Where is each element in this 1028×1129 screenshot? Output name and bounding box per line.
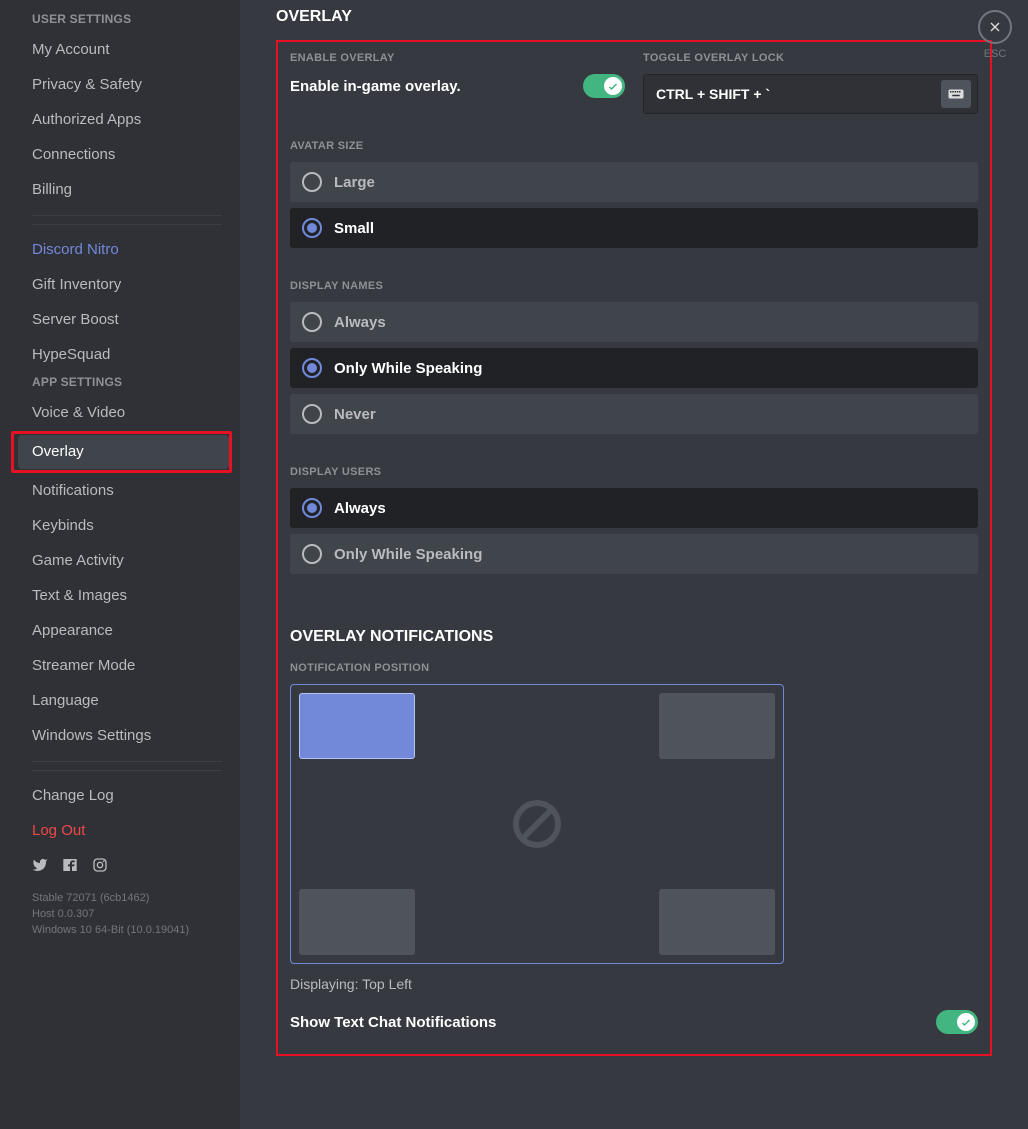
- radio-icon: [302, 498, 322, 518]
- sidebar-item-discord-nitro[interactable]: Discord Nitro: [18, 233, 232, 267]
- sidebar-item-connections[interactable]: Connections: [18, 138, 232, 172]
- position-bottom-right[interactable]: [659, 889, 775, 955]
- settings-sidebar: USER SETTINGSMy AccountPrivacy & SafetyA…: [0, 0, 240, 1129]
- social-links-row: [18, 849, 232, 886]
- displaying-text: Displaying: Top Left: [290, 976, 978, 992]
- sidebar-item-change-log[interactable]: Change Log: [18, 779, 232, 813]
- esc-label: ESC: [978, 48, 1012, 60]
- radio-icon: [302, 172, 322, 192]
- keyboard-icon: [941, 80, 971, 108]
- sidebar-item-notifications[interactable]: Notifications: [18, 474, 232, 508]
- sidebar-divider: [32, 224, 222, 225]
- sidebar-item-windows-settings[interactable]: Windows Settings: [18, 719, 232, 753]
- display-users-group: Always Only While Speaking: [290, 488, 978, 574]
- toggle-lock-header: TOGGLE OVERLAY LOCK: [643, 52, 978, 64]
- radio-label: Small: [334, 220, 374, 237]
- sidebar-divider: [32, 770, 222, 771]
- radio-label: Never: [334, 406, 376, 423]
- sidebar-item-my-account[interactable]: My Account: [18, 33, 232, 67]
- sidebar-item-log-out[interactable]: Log Out: [18, 814, 232, 848]
- notification-position-header: NOTIFICATION POSITION: [290, 662, 978, 674]
- sidebar-item-keybinds[interactable]: Keybinds: [18, 509, 232, 543]
- sidebar-item-game-activity[interactable]: Game Activity: [18, 544, 232, 578]
- instagram-icon[interactable]: [92, 857, 108, 878]
- display-users-option-always[interactable]: Always: [290, 488, 978, 528]
- close-wrap: ESC: [978, 10, 1012, 60]
- keybind-input[interactable]: CTRL + SHIFT + `: [643, 74, 978, 114]
- page-title: OVERLAY: [276, 8, 992, 26]
- position-top-left[interactable]: [299, 693, 415, 759]
- sidebar-item-text-images[interactable]: Text & Images: [18, 579, 232, 613]
- sidebar-item-gift-inventory[interactable]: Gift Inventory: [18, 268, 232, 302]
- sidebar-item-voice-video[interactable]: Voice & Video: [18, 396, 232, 430]
- radio-icon: [302, 404, 322, 424]
- show-text-chat-toggle[interactable]: [936, 1010, 978, 1034]
- display-names-group: Always Only While Speaking Never: [290, 302, 978, 434]
- sidebar-item-privacy-safety[interactable]: Privacy & Safety: [18, 68, 232, 102]
- notification-position-selector: [290, 684, 784, 964]
- sidebar-item-authorized-apps[interactable]: Authorized Apps: [18, 103, 232, 137]
- radio-label: Always: [334, 314, 386, 331]
- overlay-notifications-header: OVERLAY NOTIFICATIONS: [290, 628, 978, 646]
- keybind-value: CTRL + SHIFT + `: [656, 86, 770, 102]
- display-names-option-always[interactable]: Always: [290, 302, 978, 342]
- version-line: Stable 72071 (6cb1462): [32, 890, 222, 906]
- radio-icon: [302, 358, 322, 378]
- version-line: Host 0.0.307: [32, 906, 222, 922]
- enable-overlay-header: ENABLE OVERLAY: [290, 52, 625, 64]
- sidebar-item-streamer-mode[interactable]: Streamer Mode: [18, 649, 232, 683]
- avatar-size-option-large[interactable]: Large: [290, 162, 978, 202]
- radio-label: Only While Speaking: [334, 546, 482, 563]
- display-users-header: DISPLAY USERS: [290, 466, 978, 478]
- twitter-icon[interactable]: [32, 857, 48, 878]
- version-line: Windows 10 64-Bit (10.0.19041): [32, 922, 222, 938]
- radio-label: Large: [334, 174, 375, 191]
- display-names-header: DISPLAY NAMES: [290, 280, 978, 292]
- sidebar-item-billing[interactable]: Billing: [18, 173, 232, 207]
- radio-icon: [302, 312, 322, 332]
- settings-content: ESC OVERLAY ENABLE OVERLAY Enable in-gam…: [240, 0, 1028, 1129]
- enable-overlay-label: Enable in-game overlay.: [290, 78, 461, 95]
- show-text-chat-label: Show Text Chat Notifications: [290, 1014, 496, 1031]
- sidebar-item-overlay[interactable]: Overlay: [18, 435, 229, 469]
- radio-icon: [302, 218, 322, 238]
- sidebar-item-appearance[interactable]: Appearance: [18, 614, 232, 648]
- sidebar-item-hypesquad[interactable]: HypeSquad: [18, 338, 232, 372]
- sidebar-item-server-boost[interactable]: Server Boost: [18, 303, 232, 337]
- sidebar-divider: [32, 761, 222, 762]
- avatar-size-header: AVATAR SIZE: [290, 140, 978, 152]
- version-info: Stable 72071 (6cb1462) Host 0.0.307 Wind…: [18, 886, 232, 942]
- position-top-right[interactable]: [659, 693, 775, 759]
- overlay-settings-highlight-box: ENABLE OVERLAY Enable in-game overlay. T…: [276, 40, 992, 1056]
- sidebar-item-language[interactable]: Language: [18, 684, 232, 718]
- sidebar-section-header: APP SETTINGS: [18, 373, 232, 395]
- sidebar-divider: [32, 215, 222, 216]
- close-button[interactable]: [978, 10, 1012, 44]
- radio-label: Only While Speaking: [334, 360, 482, 377]
- radio-icon: [302, 544, 322, 564]
- avatar-size-option-small[interactable]: Small: [290, 208, 978, 248]
- facebook-icon[interactable]: [62, 857, 78, 878]
- position-bottom-left[interactable]: [299, 889, 415, 955]
- radio-label: Always: [334, 500, 386, 517]
- avatar-size-group: Large Small: [290, 162, 978, 248]
- check-icon: [960, 1016, 972, 1028]
- sidebar-section-header: USER SETTINGS: [18, 10, 232, 32]
- enable-overlay-toggle[interactable]: [583, 74, 625, 98]
- display-users-option-only-while-speaking[interactable]: Only While Speaking: [290, 534, 978, 574]
- sidebar-highlight-box: Overlay: [11, 431, 232, 473]
- display-names-option-never[interactable]: Never: [290, 394, 978, 434]
- display-names-option-only-while-speaking[interactable]: Only While Speaking: [290, 348, 978, 388]
- check-icon: [607, 80, 619, 92]
- position-disabled-icon[interactable]: [509, 796, 565, 852]
